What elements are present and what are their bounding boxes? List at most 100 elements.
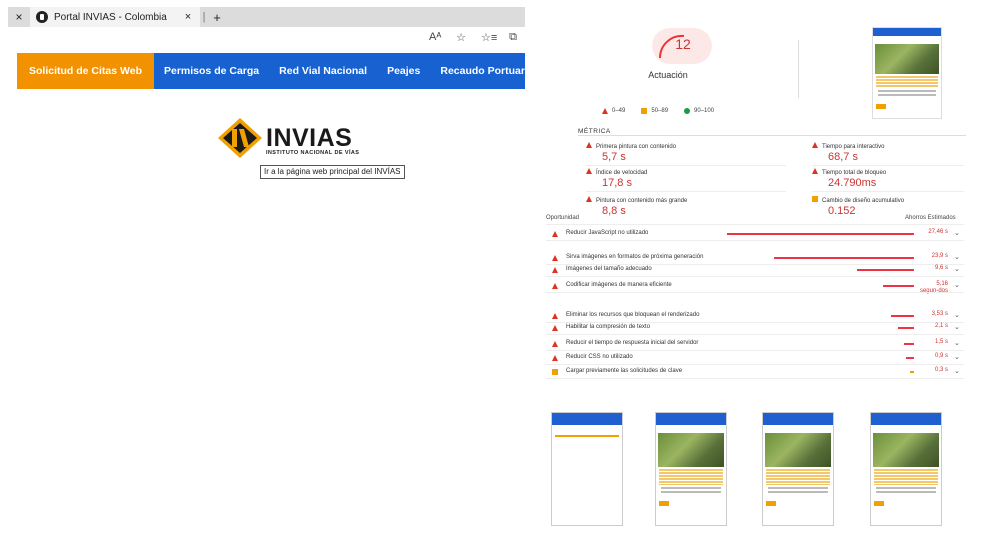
pass-circle-icon bbox=[684, 108, 691, 114]
chevron-down-icon[interactable]: ⌄ bbox=[954, 367, 960, 375]
screenshot-root: × Portal INVÍAS - Colombia × | + Aᴬ ☆ ☆≡… bbox=[0, 0, 991, 543]
metric-value: 24.790ms bbox=[828, 177, 877, 189]
browser-tab[interactable]: Portal INVÍAS - Colombia × bbox=[30, 7, 200, 27]
close-tab-icon[interactable]: × bbox=[182, 11, 194, 23]
opportunity-divider bbox=[546, 334, 964, 335]
thumb-logo bbox=[763, 425, 833, 433]
invias-logo[interactable]: INVIAS INSTITUTO NACIONAL DE VÍAS bbox=[218, 118, 378, 158]
legend-average-label: 50–89 bbox=[651, 108, 669, 114]
address-toolbar: Aᴬ ☆ ☆≡ ⧉ bbox=[8, 27, 525, 47]
performance-score: 12 bbox=[675, 36, 691, 52]
savings-value: 3,53 s bbox=[931, 311, 948, 317]
thumb-text bbox=[766, 469, 830, 485]
chevron-down-icon[interactable]: ⌄ bbox=[954, 265, 960, 273]
metric-label: Primera pintura con contenido bbox=[596, 144, 677, 150]
legend-fail: 0–49 bbox=[602, 108, 625, 114]
average-square-icon bbox=[812, 196, 818, 202]
metric-tti: Tiempo para interactivo 68,7 s bbox=[812, 142, 884, 163]
thumb-line bbox=[768, 491, 828, 493]
metric-label: Cambio de diseño acumulativo bbox=[822, 198, 905, 204]
new-tab-button[interactable]: + bbox=[208, 10, 226, 25]
thumb-line bbox=[768, 487, 828, 489]
savings-bar bbox=[906, 357, 914, 359]
thumb-line bbox=[661, 491, 721, 493]
opportunity-label: Sirva imágenes en formatos de próxima ge… bbox=[566, 254, 704, 260]
nav-item-red-vial[interactable]: Red Vial Nacional bbox=[269, 53, 377, 89]
metric-fcp: Primera pintura con contenido 5,7 s bbox=[586, 142, 676, 163]
opportunity-label: Codificar imágenes de manera eficiente bbox=[566, 282, 672, 288]
opportunity-label: Reducir CSS no utilizado bbox=[566, 354, 633, 360]
fail-triangle-icon bbox=[586, 142, 592, 148]
fail-triangle-icon bbox=[602, 108, 608, 114]
thumb-line bbox=[661, 487, 721, 489]
chevron-down-icon[interactable]: ⌄ bbox=[954, 253, 960, 261]
chevron-down-icon[interactable]: ⌄ bbox=[954, 229, 960, 237]
thumb-header bbox=[552, 413, 622, 425]
chevron-down-icon[interactable]: ⌄ bbox=[954, 353, 960, 361]
filmstrip-frame bbox=[762, 412, 834, 526]
thumb-header bbox=[873, 28, 941, 36]
performance-title: Actuación bbox=[648, 70, 688, 80]
collections-icon[interactable]: ⧉ bbox=[507, 31, 519, 44]
nav-item-recaudo-portuario[interactable]: Recaudo Portuario bbox=[430, 53, 544, 89]
metrics-divider bbox=[578, 135, 966, 136]
metric-label: Tiempo para interactivo bbox=[822, 144, 885, 150]
legend-average: 50–89 bbox=[641, 108, 668, 114]
fail-triangle-icon bbox=[812, 142, 818, 148]
savings-bar bbox=[890, 315, 914, 317]
filmstrip-frame bbox=[870, 412, 942, 526]
logo-subtitle: INSTITUTO NACIONAL DE VÍAS bbox=[266, 150, 360, 156]
chevron-down-icon[interactable]: ⌄ bbox=[954, 281, 960, 289]
opportunity-heading: Oportunidad bbox=[546, 215, 580, 221]
opportunity-divider bbox=[546, 240, 964, 241]
opportunity-label: Eliminar los recursos que bloquean el re… bbox=[566, 312, 700, 318]
thumb-image bbox=[875, 44, 939, 74]
metric-value: 5,7 s bbox=[602, 151, 626, 163]
legend-fail-label: 0–49 bbox=[612, 108, 626, 114]
nav-item-peajes[interactable]: Peajes bbox=[377, 53, 430, 89]
fail-triangle-icon bbox=[552, 355, 558, 361]
read-aloud-icon[interactable]: Aᴬ bbox=[429, 31, 441, 43]
thumb-header bbox=[871, 413, 941, 425]
fail-triangle-icon bbox=[552, 231, 558, 237]
tab-separator: | bbox=[202, 11, 206, 23]
favorite-star-icon[interactable]: ☆ bbox=[455, 31, 467, 44]
fail-triangle-icon bbox=[552, 341, 558, 347]
savings-bar bbox=[910, 371, 914, 373]
thumb-logo bbox=[873, 36, 941, 44]
chevron-down-icon[interactable]: ⌄ bbox=[954, 311, 960, 319]
metric-divider bbox=[586, 191, 786, 192]
thumb-header bbox=[656, 413, 726, 425]
fail-triangle-icon bbox=[552, 267, 558, 273]
favorites-list-icon[interactable]: ☆≡ bbox=[481, 31, 497, 44]
score-legend: 0–49 50–89 90–100 bbox=[602, 108, 714, 114]
legend-pass: 90–100 bbox=[684, 108, 714, 114]
metric-lcp: Pintura con contenido más grande 8,8 s bbox=[586, 196, 687, 217]
thumb-line bbox=[878, 90, 936, 92]
nav-item-permisos-carga[interactable]: Permisos de Carga bbox=[154, 53, 269, 89]
savings-bar bbox=[726, 233, 914, 235]
chevron-down-icon[interactable]: ⌄ bbox=[954, 339, 960, 347]
opportunity-divider bbox=[546, 350, 964, 351]
chevron-down-icon[interactable]: ⌄ bbox=[954, 323, 960, 331]
savings-value: 2,1 s bbox=[934, 323, 948, 329]
savings-bar bbox=[856, 269, 914, 271]
opportunity-label: Cargar previamente las solicitudes de cl… bbox=[566, 368, 683, 374]
opportunity-divider bbox=[546, 378, 964, 379]
average-square-icon bbox=[641, 108, 648, 114]
logo-tooltip: Ir a la página web principal del INVÍAS bbox=[260, 165, 405, 179]
filmstrip-frame bbox=[655, 412, 727, 526]
fail-triangle-icon bbox=[552, 313, 558, 319]
metric-label: Pintura con contenido más grande bbox=[596, 198, 688, 204]
fail-triangle-icon bbox=[552, 325, 558, 331]
fail-triangle-icon bbox=[552, 255, 558, 261]
average-square-icon bbox=[552, 369, 558, 375]
savings-bar bbox=[773, 257, 914, 259]
metric-divider bbox=[812, 191, 964, 192]
close-window-icon[interactable]: × bbox=[8, 10, 30, 24]
thumb-image bbox=[765, 433, 831, 467]
tab-title: Portal INVÍAS - Colombia bbox=[54, 11, 167, 23]
nav-item-citas-web[interactable]: Solicitud de Citas Web bbox=[17, 53, 154, 89]
site-navbar: Solicitud de Citas Web Permisos de Carga… bbox=[17, 53, 534, 89]
thumb-line bbox=[876, 491, 936, 493]
